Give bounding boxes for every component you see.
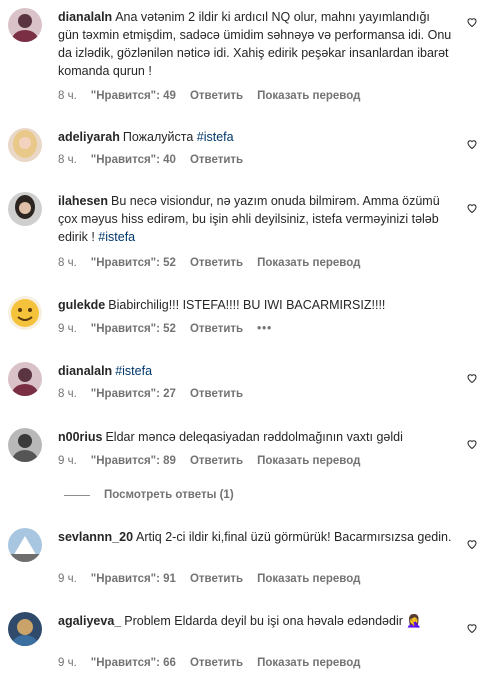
comment-body: agaliyeva_ Problem Eldarda deyil bu işi o…: [58, 612, 452, 630]
comment-username[interactable]: n00rius: [58, 430, 102, 444]
avatar[interactable]: [8, 612, 42, 646]
avatar[interactable]: [8, 296, 42, 330]
comment-body: gulekde Biabirchilig!!! ISTEFA!!!! BU IWI…: [58, 296, 452, 314]
comment-text: Eldar məncə deleqasiyadan rəddolmağının …: [105, 430, 403, 444]
comment-body: adeliyarah Пожалуйста #istefa: [58, 128, 452, 146]
heart-icon[interactable]: [466, 16, 478, 28]
comment-text: Artiq 2-ci ildir ki,final üzü görmürük! …: [136, 530, 452, 544]
comments-list: dianalaln Ana vətənim 2 ildir ki ardıcıl …: [0, 0, 483, 674]
comment-text: Ana vətənim 2 ildir ki ardıcıl NQ olur, …: [58, 10, 452, 78]
comment-time[interactable]: 8 ч.: [58, 257, 77, 269]
comment-text: Пожалуйста: [122, 130, 197, 144]
comment-body: ilahesen Bu necə visiondur, nə yazım onud…: [58, 192, 452, 246]
reply-button[interactable]: Ответить: [190, 257, 243, 269]
likes-count[interactable]: "Нравится": 52: [91, 323, 176, 335]
comment-time[interactable]: 8 ч.: [58, 388, 77, 400]
hashtag-link[interactable]: #istefa: [197, 130, 234, 144]
avatar[interactable]: [8, 192, 42, 226]
heart-icon[interactable]: [466, 138, 478, 150]
view-replies-label: Посмотреть ответы (1): [104, 489, 234, 501]
translate-button[interactable]: Показать перевод: [257, 90, 360, 102]
heart-icon[interactable]: [466, 622, 478, 634]
comment-body: dianalaln Ana vətənim 2 ildir ki ardıcıl …: [58, 8, 452, 80]
likes-count[interactable]: "Нравится": 52: [91, 257, 176, 269]
comment-time[interactable]: 8 ч.: [58, 154, 77, 166]
comment-body: n00rius Eldar məncə deleqasiyadan rəddolm…: [58, 428, 452, 446]
reply-button[interactable]: Ответить: [190, 90, 243, 102]
avatar[interactable]: [8, 428, 42, 462]
view-replies-button[interactable]: Посмотреть ответы (1): [64, 489, 234, 501]
comment-time[interactable]: 9 ч.: [58, 323, 77, 335]
thread-line: [64, 494, 90, 496]
reply-button[interactable]: Ответить: [190, 573, 243, 585]
translate-button[interactable]: Показать перевод: [257, 455, 360, 467]
reply-button[interactable]: Ответить: [190, 154, 243, 166]
hashtag-link[interactable]: #istefa: [115, 364, 152, 378]
facepalm-emoji: 🤦‍♀️: [406, 614, 422, 628]
comment-meta: 8 ч. "Нравится": 52 Ответить Показать перев…: [58, 257, 374, 269]
avatar[interactable]: [8, 362, 42, 396]
comment-meta: 9 ч. "Нравится": 66 Ответить Показать перев…: [58, 657, 374, 669]
comment-time[interactable]: 9 ч.: [58, 455, 77, 467]
reply-button[interactable]: Ответить: [190, 388, 243, 400]
reply-button[interactable]: Ответить: [190, 323, 243, 335]
likes-count[interactable]: "Нравится": 91: [91, 573, 176, 585]
comment-time[interactable]: 9 ч.: [58, 573, 77, 585]
avatar[interactable]: [8, 128, 42, 162]
comment-text: Biabirchilig!!! ISTEFA!!!! BU IWI BACARM…: [108, 298, 386, 312]
translate-button[interactable]: Показать перевод: [257, 257, 360, 269]
comment-time[interactable]: 8 ч.: [58, 90, 77, 102]
likes-count[interactable]: "Нравится": 40: [91, 154, 176, 166]
comment-username[interactable]: sevlannn_20: [58, 530, 133, 544]
heart-icon[interactable]: [466, 438, 478, 450]
comment-username[interactable]: dianalaln: [58, 10, 112, 24]
reply-button[interactable]: Ответить: [190, 657, 243, 669]
comment-time[interactable]: 9 ч.: [58, 657, 77, 669]
comment-username[interactable]: dianalaln: [58, 364, 112, 378]
translate-button[interactable]: Показать перевод: [257, 657, 360, 669]
comment-meta: 9 ч. "Нравится": 52 Ответить •••: [58, 323, 286, 335]
heart-icon[interactable]: [466, 538, 478, 550]
likes-count[interactable]: "Нравится": 27: [91, 388, 176, 400]
comment-meta: 9 ч. "Нравится": 89 Ответить Показать перев…: [58, 455, 374, 467]
avatar[interactable]: [8, 8, 42, 42]
hashtag-link[interactable]: #istefa: [98, 230, 135, 244]
heart-icon[interactable]: [466, 202, 478, 214]
comment-body: sevlannn_20 Artiq 2-ci ildir ki,final üzü…: [58, 528, 452, 546]
comment-body: dianalaln #istefa: [58, 362, 452, 380]
comment-username[interactable]: gulekde: [58, 298, 105, 312]
likes-count[interactable]: "Нравится": 89: [91, 455, 176, 467]
comment-username[interactable]: agaliyeva_: [58, 614, 121, 628]
comment-text: Problem Eldarda deyil bu işi ona həvalə …: [124, 614, 407, 628]
reply-button[interactable]: Ответить: [190, 455, 243, 467]
comment-meta: 8 ч. "Нравится": 27 Ответить: [58, 388, 257, 400]
comment-meta: 8 ч. "Нравится": 40 Ответить: [58, 154, 257, 166]
comment-username[interactable]: ilahesen: [58, 194, 108, 208]
avatar[interactable]: [8, 528, 42, 562]
translate-button[interactable]: Показать перевод: [257, 573, 360, 585]
heart-icon[interactable]: [466, 372, 478, 384]
likes-count[interactable]: "Нравится": 66: [91, 657, 176, 669]
more-options-icon[interactable]: •••: [257, 323, 272, 335]
comment-username[interactable]: adeliyarah: [58, 130, 120, 144]
likes-count[interactable]: "Нравится": 49: [91, 90, 176, 102]
comment-meta: 8 ч. "Нравится": 49 Ответить Показать перев…: [58, 90, 374, 102]
comment-meta: 9 ч. "Нравится": 91 Ответить Показать перев…: [58, 573, 374, 585]
